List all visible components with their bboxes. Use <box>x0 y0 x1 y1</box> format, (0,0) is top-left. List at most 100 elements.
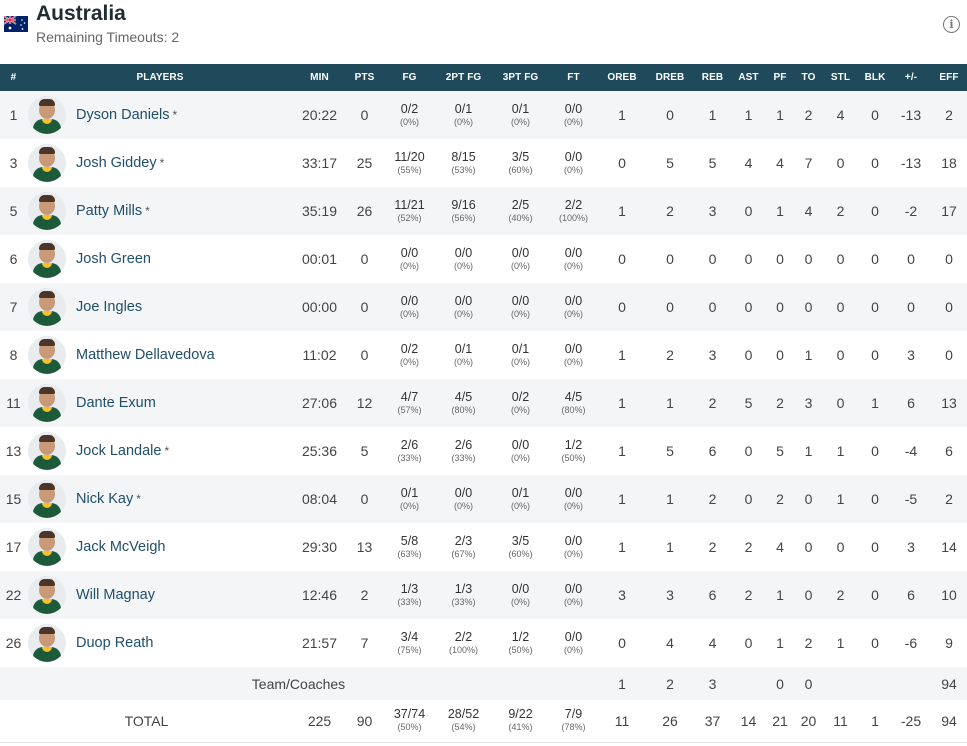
player-avatar[interactable] <box>28 384 66 422</box>
player-name-link[interactable]: Dante Exum <box>76 395 156 411</box>
player-eff: 13 <box>931 379 967 427</box>
player-3pt-fg: 0/1 (0%) <box>491 475 550 523</box>
team-to: 0 <box>795 667 822 700</box>
player-name-link[interactable]: Jock Landale <box>76 443 161 459</box>
col-header-players[interactable]: PLAYERS <box>27 64 293 91</box>
player-name-link[interactable]: Josh Giddey <box>76 155 157 171</box>
player-row[interactable]: 8 Matthew Dellavedova 11:02 0 0/2 (0%) 0/1 (0%)… <box>0 331 967 379</box>
col-header-ft[interactable]: FT <box>550 64 597 91</box>
col-header-dreb[interactable]: DREB <box>647 64 693 91</box>
player-ft-made: 0/0 <box>564 533 583 548</box>
player-name-link[interactable]: Dyson Daniels <box>76 107 170 123</box>
starter-marker: * <box>136 492 141 506</box>
player-name-link[interactable]: Nick Kay <box>76 491 133 507</box>
player-avatar[interactable] <box>28 144 66 182</box>
col-header-blk[interactable]: BLK <box>859 64 891 91</box>
total-fg-pct: (50%) <box>397 722 422 733</box>
total-fg-made: 37/74 <box>393 707 426 722</box>
player-2pt-fg-made: 2/3 <box>454 533 473 548</box>
player-stl: 0 <box>822 379 859 427</box>
col-header-oreb[interactable]: OREB <box>597 64 647 91</box>
starter-marker: * <box>145 204 150 218</box>
player-pts: 0 <box>346 235 383 283</box>
col-header-pf[interactable]: PF <box>765 64 795 91</box>
player-oreb: 1 <box>597 187 647 235</box>
player-2pt-fg-made: 8/15 <box>451 149 476 164</box>
col-header-min[interactable]: MIN <box>293 64 346 91</box>
player-row[interactable]: 26 Duop Reath 21:57 7 3/4 (75%) 2/2 (100%) 1/2 (5… <box>0 619 967 667</box>
col-header-to[interactable]: TO <box>795 64 822 91</box>
player-stl: 1 <box>822 475 859 523</box>
total-3pt-made: 9/22 <box>508 707 533 722</box>
player-2pt-fg-pct: (33%) <box>451 596 476 607</box>
player-row[interactable]: 1 Dyson Daniels * 20:22 0 0/2 (0%) 0/1 (0%) 0/1 (0… <box>0 91 967 139</box>
col-header-ast[interactable]: AST <box>732 64 765 91</box>
team-eff: 94 <box>931 667 967 700</box>
player-pts: 5 <box>346 427 383 475</box>
player-name-link[interactable]: Patty Mills <box>76 203 142 219</box>
player-cell: Josh Giddey * <box>27 139 293 187</box>
player-row[interactable]: 15 Nick Kay * 08:04 0 0/1 (0%) 0/0 (0%) 0/1 (0%) 0/… <box>0 475 967 523</box>
player-row[interactable]: 11 Dante Exum 27:06 12 4/7 (57%) 4/5 (80%) 0/2 (0… <box>0 379 967 427</box>
player-avatar[interactable] <box>28 528 66 566</box>
col-header-3pt-fg[interactable]: 3PT FG <box>491 64 550 91</box>
player-fg-pct: (75%) <box>397 644 422 655</box>
player-row[interactable]: 3 Josh Giddey * 33:17 25 11/20 (55%) 8/15 (53%) 3… <box>0 139 967 187</box>
player-number: 15 <box>0 475 27 523</box>
col-header-reb[interactable]: REB <box>693 64 732 91</box>
player-name-link[interactable]: Duop Reath <box>76 635 153 651</box>
col-header-number[interactable]: # <box>0 64 27 91</box>
player-row[interactable]: 6 Josh Green 00:01 0 0/0 (0%) 0/0 (0%) 0/0 (0%) 0/… <box>0 235 967 283</box>
total-3pt-pct: (41%) <box>508 722 533 733</box>
player-oreb: 1 <box>597 427 647 475</box>
total-to: 20 <box>795 700 822 743</box>
player-ast: 1 <box>732 91 765 139</box>
player-name-link[interactable]: Joe Ingles <box>76 299 142 315</box>
col-header-fg[interactable]: FG <box>383 64 436 91</box>
player-cell: Patty Mills * <box>27 187 293 235</box>
player-name-link[interactable]: Josh Green <box>76 251 151 267</box>
player-min: 00:00 <box>293 283 346 331</box>
player-to: 1 <box>795 427 822 475</box>
player-fg: 5/8 (63%) <box>383 523 436 571</box>
player-avatar[interactable] <box>28 576 66 614</box>
col-header-plus-minus[interactable]: +/- <box>891 64 931 91</box>
player-to: 0 <box>795 571 822 619</box>
player-row[interactable]: 5 Patty Mills * 35:19 26 11/21 (52%) 9/16 (56%) 2… <box>0 187 967 235</box>
player-avatar[interactable] <box>28 96 66 134</box>
player-row[interactable]: 13 Jock Landale * 25:36 5 2/6 (33%) 2/6 (33%) 0/0… <box>0 427 967 475</box>
player-avatar[interactable] <box>28 336 66 374</box>
player-avatar[interactable] <box>28 480 66 518</box>
player-avatar[interactable] <box>28 288 66 326</box>
col-header-pts[interactable]: PTS <box>346 64 383 91</box>
player-oreb: 0 <box>597 139 647 187</box>
player-avatar[interactable] <box>28 240 66 278</box>
player-ft-made: 0/0 <box>564 149 583 164</box>
col-header-stl[interactable]: STL <box>822 64 859 91</box>
player-row[interactable]: 7 Joe Ingles 00:00 0 0/0 (0%) 0/0 (0%) 0/0 (0%) 0/… <box>0 283 967 331</box>
col-header-2pt-fg[interactable]: 2PT FG <box>436 64 491 91</box>
player-oreb: 1 <box>597 523 647 571</box>
total-pf: 21 <box>765 700 795 743</box>
player-pts: 0 <box>346 283 383 331</box>
player-name-link[interactable]: Will Magnay <box>76 587 155 603</box>
player-pf: 5 <box>765 427 795 475</box>
player-oreb: 1 <box>597 379 647 427</box>
player-avatar[interactable] <box>28 192 66 230</box>
player-dreb: 0 <box>647 235 693 283</box>
player-number: 13 <box>0 427 27 475</box>
team-ast <box>732 667 765 700</box>
player-blk: 0 <box>859 91 891 139</box>
player-ft-pct: (0%) <box>563 116 583 127</box>
player-name-link[interactable]: Matthew Dellavedova <box>76 347 215 363</box>
player-pts: 7 <box>346 619 383 667</box>
player-row[interactable]: 17 Jack McVeigh 29:30 13 5/8 (63%) 2/3 (67%) 3/5… <box>0 523 967 571</box>
player-name-link[interactable]: Jack McVeigh <box>76 539 165 555</box>
info-icon[interactable]: i <box>943 16 960 33</box>
player-avatar[interactable] <box>28 624 66 662</box>
col-header-eff[interactable]: EFF <box>931 64 967 91</box>
player-3pt-fg: 3/5 (60%) <box>491 523 550 571</box>
player-ft: 0/0 (0%) <box>550 91 597 139</box>
player-avatar[interactable] <box>28 432 66 470</box>
player-row[interactable]: 22 Will Magnay 12:46 2 1/3 (33%) 1/3 (33%) 0/0 (0… <box>0 571 967 619</box>
